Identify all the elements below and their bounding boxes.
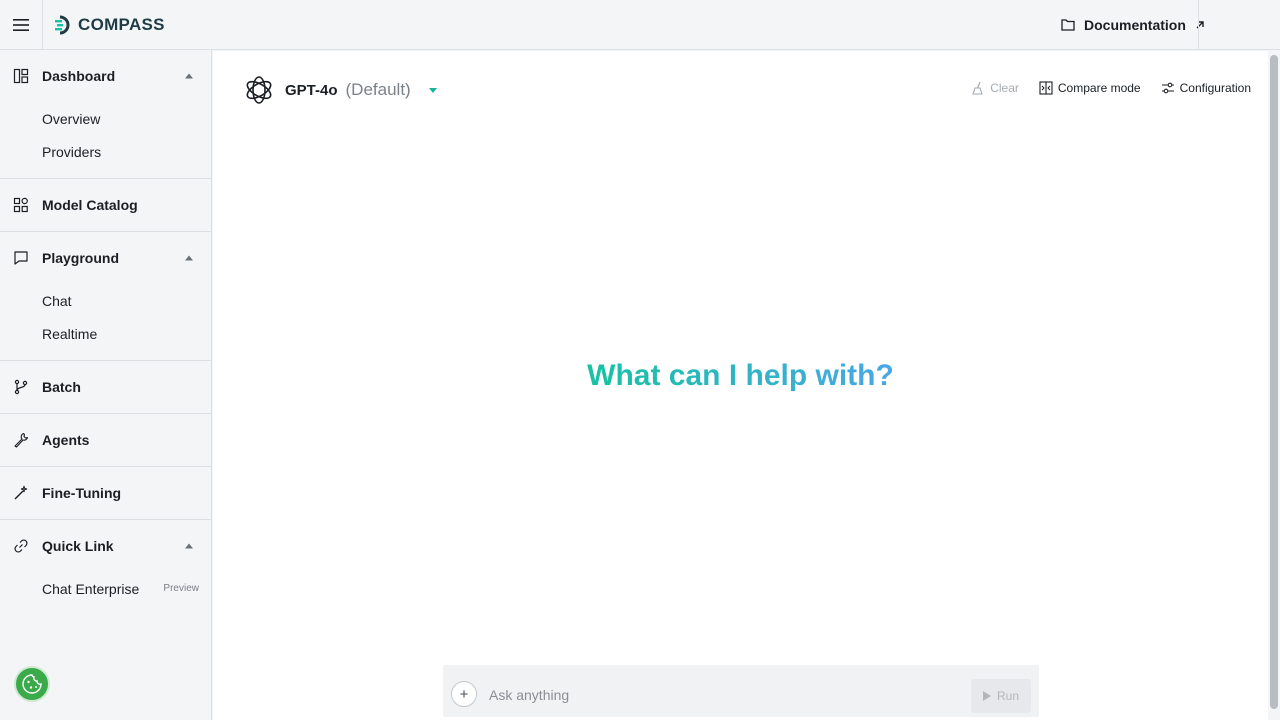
model-catalog-icon: [13, 197, 29, 213]
run-label: Run: [996, 689, 1019, 703]
sidebar-item-playground[interactable]: Playground: [0, 232, 211, 284]
sidebar-item-label: Dashboard: [42, 68, 116, 84]
hamburger-icon: [13, 19, 29, 31]
sidebar-item-chat-enterprise[interactable]: Chat Enterprise Preview: [0, 572, 211, 605]
cookie-settings-button[interactable]: [14, 666, 50, 702]
sidebar-item-batch[interactable]: Batch: [0, 361, 211, 413]
sidebar-item-dashboard[interactable]: Dashboard: [0, 50, 211, 102]
openai-logo-icon: [246, 76, 272, 104]
model-default-tag: (Default): [345, 80, 411, 99]
sidebar-item-agents[interactable]: Agents: [0, 414, 211, 466]
wrench-icon: [13, 432, 29, 448]
caret-up-icon[interactable]: [185, 73, 193, 79]
sidebar-item-label: Realtime: [42, 325, 98, 342]
play-icon: [982, 691, 991, 701]
compass-logo-icon: [55, 15, 70, 35]
sidebar-group-quick-link: Quick Link Chat Enterprise Preview: [0, 520, 211, 605]
sidebar-item-fine-tuning[interactable]: Fine-Tuning: [0, 467, 211, 519]
sidebar-item-label: Chat: [42, 292, 72, 309]
dashboard-icon: [13, 68, 29, 84]
sidebar-item-label: Batch: [42, 379, 81, 395]
configuration-label: Configuration: [1179, 81, 1251, 95]
sidebar-group-fine-tuning: Fine-Tuning: [0, 467, 211, 520]
cookie-icon: [22, 674, 42, 694]
ask-input[interactable]: [489, 683, 949, 707]
documentation-label: Documentation: [1084, 17, 1186, 33]
scrollbar-thumb[interactable]: [1270, 55, 1278, 709]
sidebar-item-label: Providers: [42, 143, 102, 160]
playground-main: GPT-4o (Default) Clear Compare mode Conf…: [213, 51, 1268, 720]
caret-up-icon[interactable]: [185, 255, 193, 261]
toolbar: Clear Compare mode Configuration: [971, 81, 1251, 95]
welcome-heading: What can I help with?: [213, 359, 1268, 393]
chat-bubble-icon: [13, 250, 29, 266]
caret-down-icon[interactable]: [428, 87, 437, 93]
link-icon: [13, 538, 29, 554]
sliders-icon: [1161, 82, 1174, 94]
clear-label: Clear: [990, 81, 1019, 95]
menu-toggle-button[interactable]: [0, 0, 43, 50]
preview-badge: Preview: [163, 583, 199, 594]
wand-icon: [13, 485, 29, 501]
sidebar-item-realtime[interactable]: Realtime: [0, 317, 211, 350]
compare-icon: [1039, 81, 1053, 95]
sidebar-item-label: Chat Enterprise: [42, 580, 140, 597]
documentation-link[interactable]: Documentation: [1060, 14, 1206, 36]
logo-text: COMPASS: [78, 15, 165, 34]
sidebar-item-label: Playground: [42, 250, 120, 266]
external-link-icon: [1196, 21, 1204, 29]
sidebar-group-playground: Playground Chat Realtime: [0, 232, 211, 361]
chat-composer: + Run: [443, 665, 1039, 717]
sidebar-group-batch: Batch: [0, 361, 211, 414]
sidebar-item-providers[interactable]: Providers: [0, 135, 211, 168]
compare-mode-button[interactable]: Compare mode: [1039, 81, 1141, 95]
model-name: GPT-4o: [285, 81, 338, 99]
clear-button[interactable]: Clear: [971, 81, 1019, 95]
sidebar: Dashboard Overview Providers Model Catal…: [0, 50, 212, 720]
sidebar-item-overview[interactable]: Overview: [0, 102, 211, 135]
caret-up-icon[interactable]: [185, 543, 193, 549]
sidebar-item-label: Quick Link: [42, 538, 114, 554]
sidebar-group-agents: Agents: [0, 414, 211, 467]
sidebar-item-quick-link[interactable]: Quick Link: [0, 520, 211, 572]
sidebar-item-label: Fine-Tuning: [42, 485, 122, 501]
attach-button[interactable]: +: [451, 681, 477, 707]
run-button[interactable]: Run: [971, 679, 1031, 713]
model-selector[interactable]: GPT-4o (Default): [243, 71, 437, 109]
sidebar-item-model-catalog[interactable]: Model Catalog: [0, 179, 211, 231]
branch-icon: [13, 379, 29, 395]
compare-label: Compare mode: [1057, 81, 1141, 95]
sidebar-item-label: Agents: [42, 432, 90, 448]
welcome-text: What can I help with?: [587, 359, 894, 392]
sidebar-item-label: Overview: [42, 110, 101, 127]
topbar-divider: [1198, 0, 1199, 50]
broom-icon: [972, 81, 983, 95]
sidebar-item-label: Model Catalog: [42, 197, 138, 213]
sidebar-item-chat[interactable]: Chat: [0, 284, 211, 317]
plus-icon: +: [459, 685, 469, 703]
top-bar: COMPASS Documentation: [0, 0, 1280, 50]
sidebar-group-model-catalog: Model Catalog: [0, 179, 211, 232]
compass-logo[interactable]: COMPASS: [54, 13, 165, 37]
main-scrollbar[interactable]: [1268, 51, 1280, 720]
folder-icon: [1061, 19, 1075, 31]
sidebar-group-dashboard: Dashboard Overview Providers: [0, 50, 211, 179]
configuration-button[interactable]: Configuration: [1161, 81, 1251, 95]
